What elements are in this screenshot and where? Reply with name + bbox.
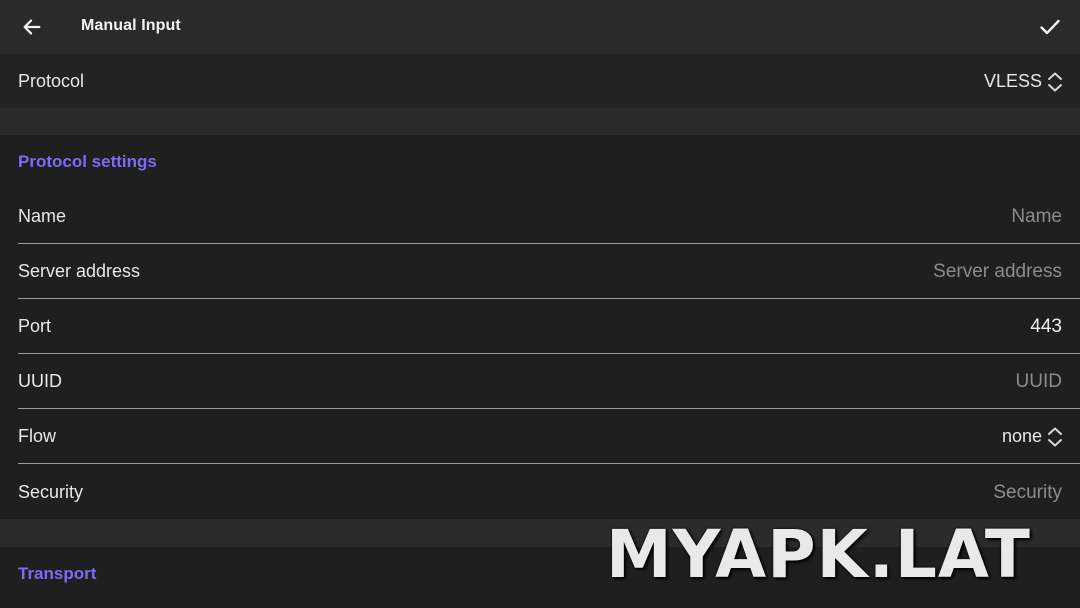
uuid-row: UUID: [0, 354, 1080, 409]
security-input[interactable]: [562, 465, 1062, 520]
page-title: Manual Input: [81, 17, 181, 34]
name-input[interactable]: [562, 189, 1062, 244]
section-header-protocol-settings: Protocol settings: [18, 152, 157, 171]
server-address-row: Server address: [0, 244, 1080, 299]
security-label: Security: [18, 482, 84, 502]
flow-select[interactable]: none: [1002, 409, 1064, 464]
top-app-bar: Manual Input: [0, 0, 1080, 54]
section-spacer: [0, 108, 1080, 135]
name-row: Name: [0, 189, 1080, 244]
back-button[interactable]: [14, 10, 50, 44]
watermark: MYAPK.LAT: [606, 516, 1031, 593]
server-address-input[interactable]: [562, 244, 1062, 299]
field-underline: [18, 463, 1080, 464]
uuid-label: UUID: [18, 371, 62, 391]
arrow-left-icon: [23, 19, 41, 35]
flow-row[interactable]: Flow none: [0, 409, 1080, 464]
section-header-transport: Transport: [18, 564, 97, 583]
server-address-label: Server address: [18, 261, 141, 281]
port-row: Port: [0, 299, 1080, 354]
flow-value: none: [1001, 426, 1042, 446]
uuid-input[interactable]: [562, 354, 1062, 409]
name-label: Name: [18, 206, 67, 226]
unfold-icon: [1048, 427, 1062, 446]
protocol-value: VLESS: [983, 71, 1042, 91]
check-icon: [1040, 19, 1060, 35]
protocol-label: Protocol: [18, 71, 85, 91]
port-input[interactable]: [562, 299, 1062, 354]
protocol-select[interactable]: VLESS: [984, 54, 1064, 109]
unfold-icon: [1048, 72, 1062, 91]
port-label: Port: [18, 316, 52, 336]
security-row: Security: [0, 465, 1080, 520]
flow-label: Flow: [18, 426, 57, 446]
protocol-row[interactable]: Protocol VLESS: [0, 54, 1080, 109]
confirm-button[interactable]: [1032, 9, 1068, 45]
app-root: Manual Input Protocol VLESS Protocol set…: [0, 0, 1080, 608]
